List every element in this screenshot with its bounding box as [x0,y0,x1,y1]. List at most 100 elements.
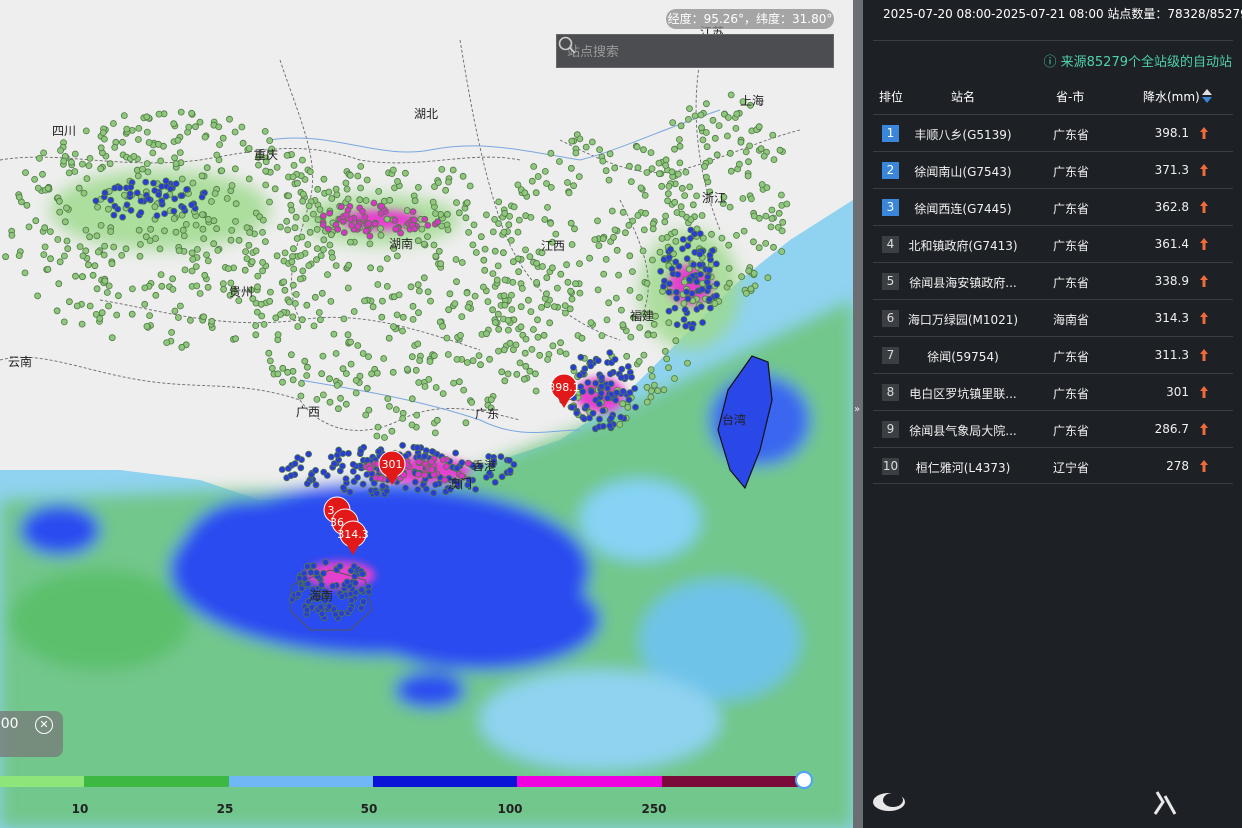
station-dot[interactable] [664,190,672,198]
station-dot[interactable] [170,120,178,128]
station-dot[interactable] [413,444,421,452]
station-dot[interactable] [154,140,162,148]
station-dot[interactable] [389,368,397,376]
station-dot[interactable] [452,449,460,457]
station-dot[interactable] [383,282,391,290]
station-dot[interactable] [681,306,689,314]
station-dot[interactable] [508,291,515,299]
station-dot[interactable] [578,334,586,342]
station-dot[interactable] [383,215,391,223]
station-dot[interactable] [108,334,116,342]
station-dot[interactable] [591,236,599,244]
station-dot[interactable] [619,387,627,395]
station-dot[interactable] [78,320,86,328]
station-dot[interactable] [530,326,537,333]
station-dot[interactable] [307,569,315,576]
station-dot[interactable] [463,199,471,207]
station-dot[interactable] [145,195,152,203]
station-dot[interactable] [779,218,787,226]
station-dot[interactable] [303,606,311,614]
station-dot[interactable] [778,248,786,255]
station-dot[interactable] [602,255,610,263]
station-dot[interactable] [61,252,68,260]
station-dot[interactable] [726,149,734,157]
station-dot[interactable] [635,357,643,365]
station-dot[interactable] [92,197,100,205]
station-dot[interactable] [451,300,459,308]
station-dot[interactable] [626,162,633,170]
station-dot[interactable] [274,370,282,378]
station-dot[interactable] [413,411,421,419]
station-dot[interactable] [539,263,546,270]
station-dot[interactable] [384,395,392,403]
station-dot[interactable] [94,203,101,211]
station-dot[interactable] [576,289,584,297]
station-dot[interactable] [550,303,558,311]
station-dot[interactable] [284,226,292,234]
station-dot[interactable] [452,256,460,263]
station-dot[interactable] [568,403,576,411]
station-dot[interactable] [407,283,415,291]
station-dot[interactable] [201,271,209,279]
station-dot[interactable] [343,578,351,586]
station-dot[interactable] [310,562,318,570]
station-dot[interactable] [409,302,417,310]
station-dot[interactable] [337,394,344,402]
station-dot[interactable] [605,176,613,184]
station-dot[interactable] [134,136,142,143]
station-dot[interactable] [342,179,350,187]
station-dot[interactable] [34,184,42,192]
station-dot[interactable] [457,331,464,339]
station-dot[interactable] [533,259,540,267]
station-dot[interactable] [361,213,369,221]
station-dot[interactable] [533,278,540,286]
station-dot[interactable] [373,432,381,440]
station-dot[interactable] [158,197,166,205]
station-dot[interactable] [428,466,436,474]
station-dot[interactable] [75,184,83,192]
station-dot[interactable] [526,253,534,261]
station-dot[interactable] [180,232,188,240]
table-row[interactable]: 3 徐闻西连(G7445) 广东省 362.8 [873,188,1233,225]
station-dot[interactable] [648,165,656,173]
station-dot[interactable] [541,216,549,223]
station-dot[interactable] [515,216,523,224]
station-dot[interactable] [178,343,186,351]
station-dot[interactable] [673,294,681,302]
station-dot[interactable] [362,197,370,204]
station-dot[interactable] [319,246,327,253]
station-dot[interactable] [54,236,62,243]
station-dot[interactable] [305,450,313,458]
station-dot[interactable] [339,462,346,470]
station-dot[interactable] [377,225,384,232]
station-dot[interactable] [328,254,336,261]
station-dot[interactable] [528,177,536,185]
station-dot[interactable] [747,285,755,293]
station-dot[interactable] [185,123,193,131]
station-dot[interactable] [281,286,289,294]
station-dot[interactable] [252,247,260,255]
station-dot[interactable] [598,332,606,340]
station-dot[interactable] [174,136,182,144]
station-dot[interactable] [262,181,270,189]
station-dot[interactable] [365,353,372,361]
station-dot[interactable] [667,245,674,253]
station-dot[interactable] [648,372,656,380]
station-dot[interactable] [292,213,300,221]
station-dot[interactable] [552,230,560,238]
station-dot[interactable] [174,314,182,321]
station-dot[interactable] [354,342,362,349]
station-dot[interactable] [698,285,706,293]
station-dot[interactable] [776,146,784,154]
station-dot[interactable] [742,148,750,156]
station-dot[interactable] [697,270,704,278]
station-dot[interactable] [392,225,400,233]
station-dot[interactable] [324,225,332,233]
station-dot[interactable] [143,113,151,121]
station-dot[interactable] [673,321,681,329]
station-dot[interactable] [430,489,438,497]
station-dot[interactable] [425,375,433,383]
station-dot[interactable] [460,386,468,394]
station-dot[interactable] [468,398,476,406]
station-dot[interactable] [544,356,551,363]
